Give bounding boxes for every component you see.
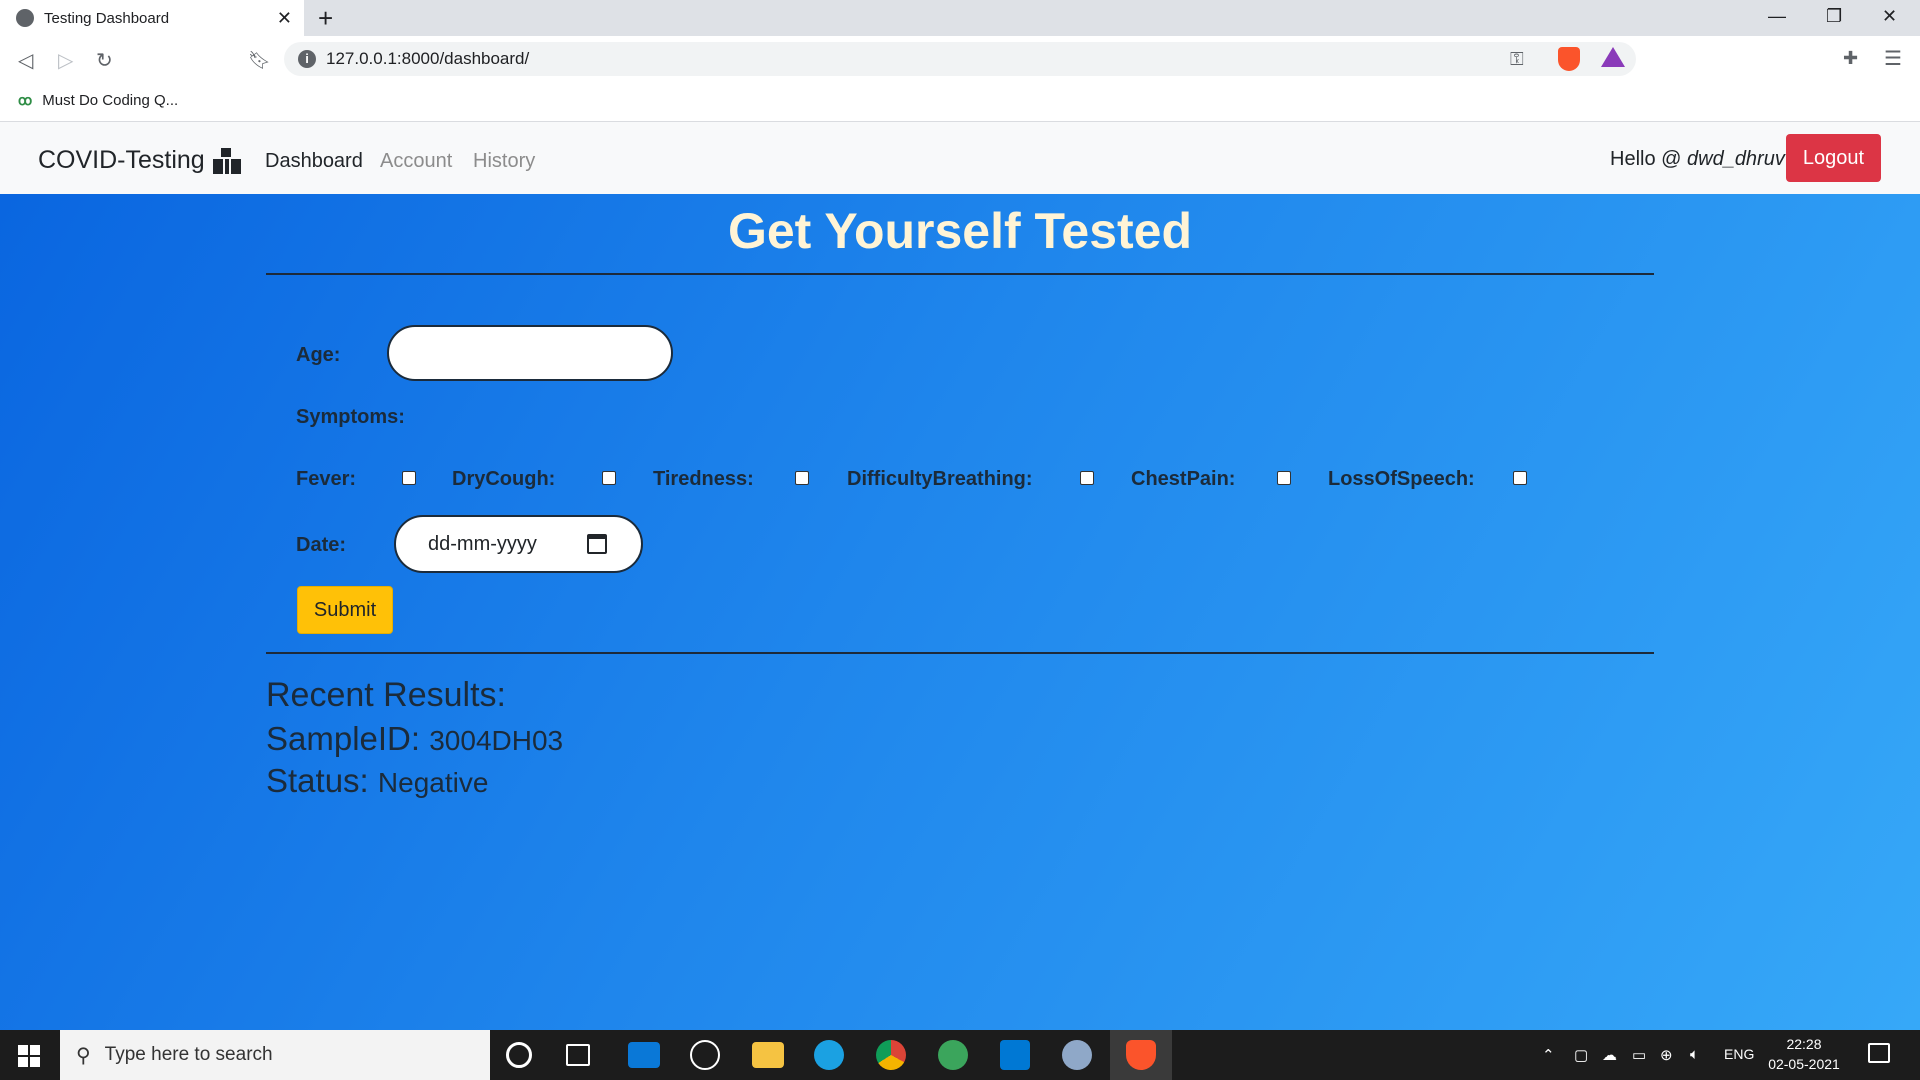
forward-icon[interactable]: ▷ (58, 48, 73, 73)
main-content: Get Yourself Tested Age: Symptoms: Fever… (0, 194, 1920, 1030)
brand[interactable]: COVID-Testing (38, 146, 241, 175)
drycough-label: DryCough: (452, 468, 556, 490)
brave-shields-icon[interactable] (1558, 47, 1580, 71)
restore-icon[interactable]: ❐ (1826, 6, 1842, 27)
greeting-prefix: Hello @ (1610, 148, 1687, 170)
browser-tab[interactable]: Testing Dashboard ✕ (0, 0, 304, 36)
date-placeholder: dd-mm-yyyy (428, 532, 537, 555)
bookmarks-bar: ꝏ Must Do Coding Q... (0, 82, 1920, 122)
tiredness-label: Tiredness: (653, 468, 754, 490)
fever-checkbox[interactable] (402, 471, 416, 485)
globe-icon (16, 9, 34, 27)
close-window-icon[interactable]: ✕ (1882, 6, 1897, 27)
date-label: Date: (296, 534, 347, 556)
geeksforgeeks-icon: ꝏ (18, 92, 33, 108)
divider (266, 652, 1654, 654)
menu-icon[interactable]: ☰ (1884, 46, 1902, 71)
battery-icon[interactable]: ▭ (1632, 1046, 1646, 1064)
brand-text: COVID-Testing (38, 146, 205, 174)
postgresql-icon[interactable] (1062, 1040, 1092, 1070)
address-bar[interactable]: i 127.0.0.1:8000/dashboard/ (284, 42, 1636, 76)
lossofspeech-checkbox[interactable] (1513, 471, 1527, 485)
sample-id-value: 3004DH03 (429, 725, 564, 756)
clock[interactable]: 22:28 02-05-2021 (1766, 1034, 1842, 1074)
tab-title: Testing Dashboard (44, 9, 170, 27)
difficultybreathing-checkbox[interactable] (1080, 471, 1094, 485)
url-text: 127.0.0.1:8000/dashboard/ (326, 49, 530, 68)
onedrive-icon[interactable]: ☁ (1602, 1046, 1617, 1064)
symptoms-label: Symptoms: (296, 406, 405, 428)
nav-account[interactable]: Account (380, 150, 452, 173)
brave-rewards-icon[interactable] (1601, 47, 1625, 67)
site-navbar: COVID-Testing Dashboard Account History … (0, 122, 1920, 194)
page-title: Get Yourself Tested (727, 203, 1192, 259)
search-icon: ⚲ (76, 1044, 91, 1067)
recent-results-title: Recent Results: (266, 676, 506, 714)
close-tab-icon[interactable]: ✕ (277, 8, 292, 29)
browser-tab-strip: Testing Dashboard ✕ + — ❐ ✕ (0, 0, 1920, 36)
taskbar-search[interactable]: ⚲ Type here to search (60, 1030, 490, 1080)
bookmark-label: Must Do Coding Q... (42, 92, 179, 109)
logout-button[interactable]: Logout (1786, 134, 1881, 182)
status-line: Status: Negative (266, 762, 488, 800)
status-key: Status: (266, 762, 369, 799)
divider (266, 273, 1654, 275)
nav-dashboard[interactable]: Dashboard (265, 150, 363, 173)
lossofspeech-label: LossOfSpeech: (1328, 468, 1475, 490)
brave-icon[interactable] (1126, 1040, 1156, 1070)
extensions-icon[interactable]: ✚ (1843, 48, 1858, 69)
sample-id-line: SampleID: 3004DH03 (266, 720, 563, 758)
dell-icon[interactable] (690, 1040, 720, 1070)
age-input[interactable] (387, 325, 673, 381)
key-icon[interactable]: ⚿ (1510, 49, 1524, 70)
chrome-icon[interactable] (876, 1040, 906, 1070)
new-tab-button[interactable]: + (318, 4, 333, 32)
difficultybreathing-label: DifficultyBreathing: (847, 468, 1033, 490)
clock-time: 22:28 (1786, 1036, 1822, 1052)
atom-icon[interactable] (938, 1040, 968, 1070)
fever-label: Fever: (296, 468, 357, 490)
calendar-icon[interactable] (587, 534, 607, 554)
status-value: Negative (377, 767, 489, 798)
tiredness-checkbox[interactable] (795, 471, 809, 485)
edge-icon[interactable] (814, 1040, 844, 1070)
submit-button[interactable]: Submit (297, 586, 393, 634)
mail-icon[interactable] (628, 1042, 660, 1068)
greeting: Hello @ dwd_dhruv (1610, 148, 1785, 171)
clock-date: 02-05-2021 (1768, 1056, 1840, 1072)
nav-history[interactable]: History (473, 150, 535, 173)
chestpain-checkbox[interactable] (1277, 471, 1291, 485)
network-icon[interactable]: ⊕ (1660, 1046, 1673, 1064)
back-icon[interactable]: ◁ (18, 48, 33, 73)
tray-chevron-icon[interactable]: ⌃ (1542, 1046, 1555, 1064)
cortana-icon[interactable] (506, 1042, 532, 1068)
language-indicator[interactable]: ENG (1724, 1046, 1754, 1062)
info-icon[interactable]: i (298, 50, 316, 68)
reload-icon[interactable]: ↻ (96, 48, 113, 73)
brand-logo-icon (212, 147, 241, 174)
age-label: Age: (296, 344, 341, 366)
windows-start-icon[interactable] (18, 1045, 40, 1067)
vscode-icon[interactable] (1000, 1040, 1030, 1070)
windows-taskbar: ⚲ Type here to search ⌃ ▢ ☁ ▭ ⊕ 🔈︎ ENG 2… (0, 1030, 1920, 1080)
minimize-icon[interactable]: — (1768, 6, 1786, 27)
search-placeholder: Type here to search (104, 1044, 273, 1065)
date-input[interactable]: dd-mm-yyyy (394, 515, 643, 573)
bookmark-item[interactable]: ꝏ Must Do Coding Q... (18, 92, 178, 109)
notification-icon[interactable] (1868, 1043, 1890, 1063)
drycough-checkbox[interactable] (602, 471, 616, 485)
task-view-icon[interactable] (566, 1044, 590, 1066)
chestpain-label: ChestPain: (1131, 468, 1236, 490)
tray-app-icon[interactable]: ▢ (1574, 1046, 1588, 1064)
file-explorer-icon[interactable] (752, 1042, 784, 1068)
bookmark-icon[interactable]: 🔖︎ (248, 50, 271, 71)
username: dwd_dhruv (1687, 148, 1785, 170)
volume-icon[interactable]: 🔈︎ (1690, 1046, 1699, 1063)
sample-id-key: SampleID: (266, 720, 421, 757)
